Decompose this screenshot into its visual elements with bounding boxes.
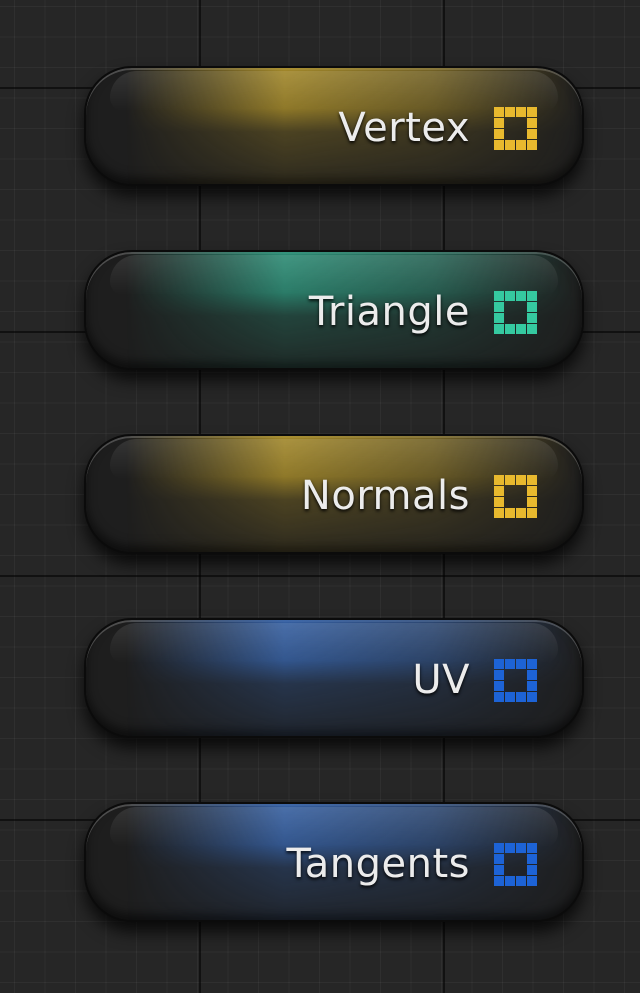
grid-array-pin-icon[interactable] <box>494 843 537 886</box>
grid-cell <box>527 107 537 117</box>
node-label: Tangents <box>286 841 470 887</box>
grid-array-pin-icon[interactable] <box>494 659 537 702</box>
grid-cell <box>527 324 537 334</box>
grid-cell <box>494 670 504 680</box>
grid-cell <box>516 876 526 886</box>
grid-cell <box>527 475 537 485</box>
grid-cell <box>494 876 504 886</box>
grid-cell <box>494 107 504 117</box>
grid-cell <box>527 865 537 875</box>
grid-cell <box>494 324 504 334</box>
grid-cell <box>516 659 526 669</box>
grid-cell <box>516 508 526 518</box>
grid-cell <box>505 659 515 669</box>
grid-cell <box>527 508 537 518</box>
grid-cell <box>494 681 504 691</box>
grid-cell <box>505 291 515 301</box>
grid-cell <box>494 508 504 518</box>
grid-cell <box>505 107 515 117</box>
grid-cell <box>516 107 526 117</box>
grid-cell <box>516 843 526 853</box>
grid-cell <box>527 876 537 886</box>
grid-cell <box>494 302 504 312</box>
grid-cell <box>516 291 526 301</box>
grid-cell <box>527 129 537 139</box>
grid-cell <box>516 324 526 334</box>
node-tangents[interactable]: Tangents <box>84 802 584 922</box>
node-uv[interactable]: UV <box>84 618 584 738</box>
grid-cell <box>494 129 504 139</box>
grid-cell <box>527 854 537 864</box>
grid-cell <box>494 865 504 875</box>
grid-cell <box>505 876 515 886</box>
grid-cell <box>527 659 537 669</box>
node-label: Normals <box>300 473 470 519</box>
node-label: Vertex <box>338 105 470 151</box>
grid-array-pin-icon[interactable] <box>494 291 537 334</box>
grid-cell <box>494 313 504 323</box>
grid-cell <box>505 475 515 485</box>
grid-cell <box>494 118 504 128</box>
grid-cell <box>494 843 504 853</box>
grid-cell <box>494 475 504 485</box>
grid-cell <box>527 486 537 496</box>
node-graph-canvas[interactable]: Vertex Triangle Normals UV Tangents <box>0 0 640 993</box>
grid-cell <box>505 692 515 702</box>
node-sheen <box>110 71 558 111</box>
grid-cell <box>516 475 526 485</box>
grid-cell <box>505 508 515 518</box>
grid-cell <box>527 670 537 680</box>
grid-cell <box>494 659 504 669</box>
node-sheen <box>110 623 558 663</box>
grid-array-pin-icon[interactable] <box>494 475 537 518</box>
grid-cell <box>494 497 504 507</box>
node-label: UV <box>412 657 470 703</box>
grid-cell <box>505 324 515 334</box>
grid-cell <box>516 140 526 150</box>
node-label: Triangle <box>308 289 470 335</box>
grid-cell <box>527 313 537 323</box>
grid-cell <box>494 291 504 301</box>
grid-cell <box>527 291 537 301</box>
grid-cell <box>505 140 515 150</box>
grid-array-pin-icon[interactable] <box>494 107 537 150</box>
node-vertex[interactable]: Vertex <box>84 66 584 186</box>
grid-cell <box>527 843 537 853</box>
grid-cell <box>494 140 504 150</box>
grid-cell <box>527 681 537 691</box>
node-normals[interactable]: Normals <box>84 434 584 554</box>
grid-cell <box>527 118 537 128</box>
grid-cell <box>494 854 504 864</box>
grid-cell <box>527 302 537 312</box>
grid-cell <box>527 692 537 702</box>
grid-cell <box>527 497 537 507</box>
grid-cell <box>494 692 504 702</box>
grid-cell <box>494 486 504 496</box>
grid-cell <box>516 692 526 702</box>
grid-cell <box>505 843 515 853</box>
grid-cell <box>527 140 537 150</box>
node-triangle[interactable]: Triangle <box>84 250 584 370</box>
